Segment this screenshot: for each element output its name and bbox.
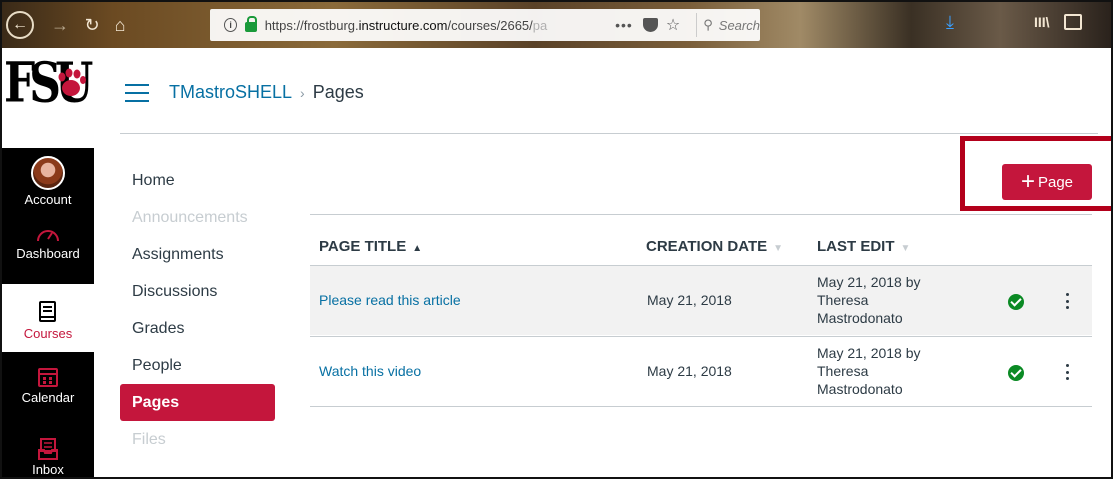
arrow-right-icon: → [51, 14, 69, 35]
bookmark-star-icon[interactable]: ☆ [666, 15, 680, 35]
global-nav-account[interactable]: Account [2, 156, 94, 207]
creation-date: May 21, 2018 [647, 292, 732, 308]
table-top-border [310, 214, 1092, 215]
course-nav-grades[interactable]: Grades [120, 310, 275, 347]
course-nav-home[interactable]: Home [120, 162, 275, 199]
breadcrumb-current-page: Pages [312, 82, 364, 102]
annotation-highlight-box [960, 136, 1111, 211]
breadcrumb: TMastroSHELL › Pages [169, 82, 364, 103]
sidebar-toggle-icon[interactable] [1064, 14, 1082, 30]
reload-button[interactable]: ↻ [78, 11, 106, 39]
download-icon[interactable]: ⤓ [946, 12, 954, 33]
more-options-icon[interactable] [1063, 290, 1071, 312]
breadcrumb-course-link[interactable]: TMastroSHELL [169, 82, 292, 102]
global-nav-inbox[interactable]: Inbox [2, 438, 94, 477]
search-icon: ⚲ [703, 17, 713, 32]
lock-icon[interactable] [245, 16, 258, 32]
course-nav-assignments[interactable]: Assignments [120, 236, 275, 273]
library-icon[interactable]: III\ [1034, 14, 1050, 30]
page-actions-icon[interactable]: ••• [615, 17, 633, 33]
home-icon: ⌂ [114, 14, 126, 35]
course-nav-pages[interactable]: Pages [120, 384, 275, 421]
arrow-left-icon: ← [12, 16, 28, 33]
hamburger-icon-bar [125, 100, 149, 102]
reload-icon: ↻ [84, 14, 100, 35]
course-menu-toggle[interactable] [125, 84, 149, 102]
active-highlight: Courses [2, 284, 94, 352]
pocket-icon[interactable] [642, 18, 658, 32]
global-navigation: FSU Account Dashboard Courses Calendar I… [2, 48, 94, 477]
calendar-icon [38, 368, 58, 387]
column-header-last-edit[interactable]: LAST EDIT ▼ [817, 238, 910, 255]
home-button[interactable]: ⌂ [106, 11, 134, 39]
creation-date: May 21, 2018 [647, 363, 732, 379]
course-nav-people[interactable]: People [120, 347, 275, 384]
table-row: Please read this article May 21, 2018 Ma… [310, 265, 1092, 335]
course-nav-files[interactable]: Files [120, 421, 275, 458]
sort-descending-icon: ▼ [773, 243, 784, 254]
page-title-link[interactable]: Watch this video [319, 363, 421, 379]
course-nav-announcements[interactable]: Announcements [120, 199, 275, 236]
global-nav-calendar[interactable]: Calendar [2, 366, 94, 405]
info-icon[interactable]: i [224, 18, 238, 32]
header-divider [120, 133, 1098, 134]
last-edit: May 21, 2018 by Theresa Mastrodonato [817, 345, 921, 397]
inbox-icon [38, 438, 58, 460]
address-bar[interactable]: i https://frostburg.instructure.com/cour… [210, 9, 760, 41]
course-navigation: Home Announcements Assignments Discussio… [120, 162, 275, 458]
published-check-icon[interactable] [1008, 365, 1024, 381]
column-header-page-title[interactable]: PAGE TITLE ▲ [319, 238, 422, 255]
search-box[interactable]: ⚲ Search [696, 13, 760, 37]
column-header-creation-date[interactable]: CREATION DATE ▼ [646, 238, 783, 255]
fsu-logo[interactable]: FSU [2, 48, 94, 148]
paw-icon [58, 68, 86, 96]
dashboard-icon [37, 230, 59, 242]
sort-descending-icon: ▼ [900, 243, 911, 254]
screenshot-frame: ← → ↻ ⌂ i https://frostburg.instructure.… [0, 0, 1113, 479]
table-bottom-border [310, 406, 1092, 407]
global-nav-dashboard[interactable]: Dashboard [2, 224, 94, 261]
breadcrumb-separator: › [300, 85, 305, 101]
courses-icon [39, 301, 56, 322]
forward-button[interactable]: → [46, 11, 74, 39]
back-button[interactable]: ← [6, 11, 34, 39]
more-options-icon[interactable] [1063, 361, 1071, 383]
avatar [31, 156, 65, 190]
page-title-link[interactable]: Please read this article [319, 292, 461, 308]
sort-ascending-icon: ▲ [412, 243, 423, 254]
last-edit: May 21, 2018 by Theresa Mastrodonato [817, 274, 921, 326]
published-check-icon[interactable] [1008, 294, 1024, 310]
course-nav-discussions[interactable]: Discussions [120, 273, 275, 310]
global-nav-courses[interactable]: Courses [2, 284, 94, 352]
hamburger-icon-bar [125, 92, 149, 94]
table-row: Watch this video May 21, 2018 May 21, 20… [310, 336, 1092, 406]
url-text[interactable]: https://frostburg.instructure.com/course… [265, 18, 605, 33]
hamburger-icon-bar [125, 84, 149, 86]
browser-toolbar: ← → ↻ ⌂ i https://frostburg.instructure.… [2, 2, 1111, 48]
